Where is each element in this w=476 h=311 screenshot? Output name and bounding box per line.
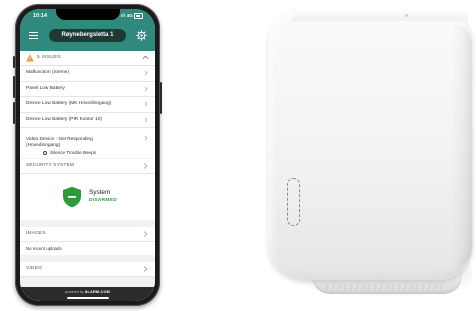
issues-title: 5 ISSUES: [37, 55, 61, 60]
chevron-up-icon[interactable]: [142, 54, 149, 61]
chevron-right-icon: [143, 163, 148, 169]
powered-by-footer: powered by ALARM.COM: [20, 287, 155, 301]
battery-icon: [134, 13, 143, 19]
issue-label: Panel Low Battery: [26, 85, 65, 91]
chevron-right-icon: [143, 231, 148, 237]
powered-by-text: powered by: [64, 290, 84, 294]
images-header[interactable]: IMAGES: [20, 227, 155, 242]
silence-label: Silence Trouble Beeps: [50, 150, 96, 155]
shield-icon: [63, 186, 81, 208]
notch: [55, 9, 120, 20]
device-top-edge: [292, 9, 468, 21]
issue-row[interactable]: Malfunction (Sirene): [20, 66, 155, 82]
warning-icon: [26, 54, 34, 62]
alarm-hub-device: [268, 8, 473, 280]
security-system-header[interactable]: SECURITY SYSTEM: [20, 159, 155, 174]
silence-trouble-beeps-button[interactable]: Silence Trouble Beeps: [20, 148, 155, 158]
chevron-right-icon: [144, 117, 148, 122]
issue-row[interactable]: Video Device - Not Responding (Hovedinng…: [20, 128, 155, 148]
vent-slots: [325, 283, 443, 291]
video-header[interactable]: VIDEO: [20, 262, 155, 277]
chevron-right-icon: [144, 71, 148, 76]
site-selector[interactable]: Røynebergsletta 1: [49, 29, 126, 42]
security-system-title: SECURITY SYSTEM: [26, 163, 75, 168]
issue-label: Video Device - Not Responding (Hovedinng…: [26, 137, 93, 148]
issue-row[interactable]: Panel Low Battery: [20, 82, 155, 97]
issue-row[interactable]: Device Low Battery (MK Hovedinngang): [20, 97, 155, 113]
security-system-card: SECURITY SYSTEM System DISARMED: [20, 159, 155, 220]
images-card: IMAGES No recent uploads: [20, 227, 155, 255]
issues-header[interactable]: 5 ISSUES: [20, 51, 155, 66]
brand-logo: ALARM.COM: [84, 290, 110, 294]
home-indicator[interactable]: [66, 297, 109, 299]
gear-icon[interactable]: [136, 30, 147, 41]
video-card: VIDEO: [20, 262, 155, 277]
system-label: System: [89, 189, 111, 196]
no-uploads-text: No recent uploads: [26, 246, 62, 251]
device-side-shading: [452, 24, 472, 268]
site-name: Røynebergsletta 1: [61, 32, 114, 38]
issue-label: Malfunction (Sirene): [26, 70, 69, 75]
chevron-right-icon: [143, 266, 148, 272]
video-title: VIDEO: [26, 266, 42, 271]
security-status[interactable]: System DISARMED: [20, 174, 155, 220]
issue-row[interactable]: Device Low Battery (PIR Kontor 10): [20, 113, 155, 128]
phone-screen: 10:14 ıll 4G Røynebergsletta 1 5 ISSUES …: [20, 9, 155, 301]
chevron-right-icon: [144, 135, 148, 141]
menu-icon[interactable]: [29, 32, 38, 39]
power-button: [160, 82, 162, 114]
status-time: 10:14: [33, 13, 48, 19]
sensor-window: [287, 178, 300, 226]
signal-indicator: ıll 4G: [121, 13, 143, 19]
chevron-right-icon: [144, 86, 148, 91]
volume-down-button: [13, 102, 15, 124]
issue-label: Device Low Battery (PIR Kontor 10): [26, 116, 102, 122]
system-state: DISARMED: [89, 198, 117, 203]
status-led: [405, 14, 408, 17]
images-title: IMAGES: [26, 231, 46, 236]
issue-label: Device Low Battery (MK Hovedinngang): [26, 101, 112, 106]
app-content: 5 ISSUES Malfunction (Sirene) Panel Low …: [20, 51, 155, 301]
volume-up-button: [13, 76, 15, 98]
silence-icon: [43, 151, 47, 155]
chevron-right-icon: [144, 102, 148, 107]
smartphone: 10:14 ıll 4G Røynebergsletta 1 5 ISSUES …: [13, 4, 162, 306]
mute-switch: [13, 56, 15, 68]
issue-list: Malfunction (Sirene) Panel Low Battery D…: [20, 66, 155, 158]
